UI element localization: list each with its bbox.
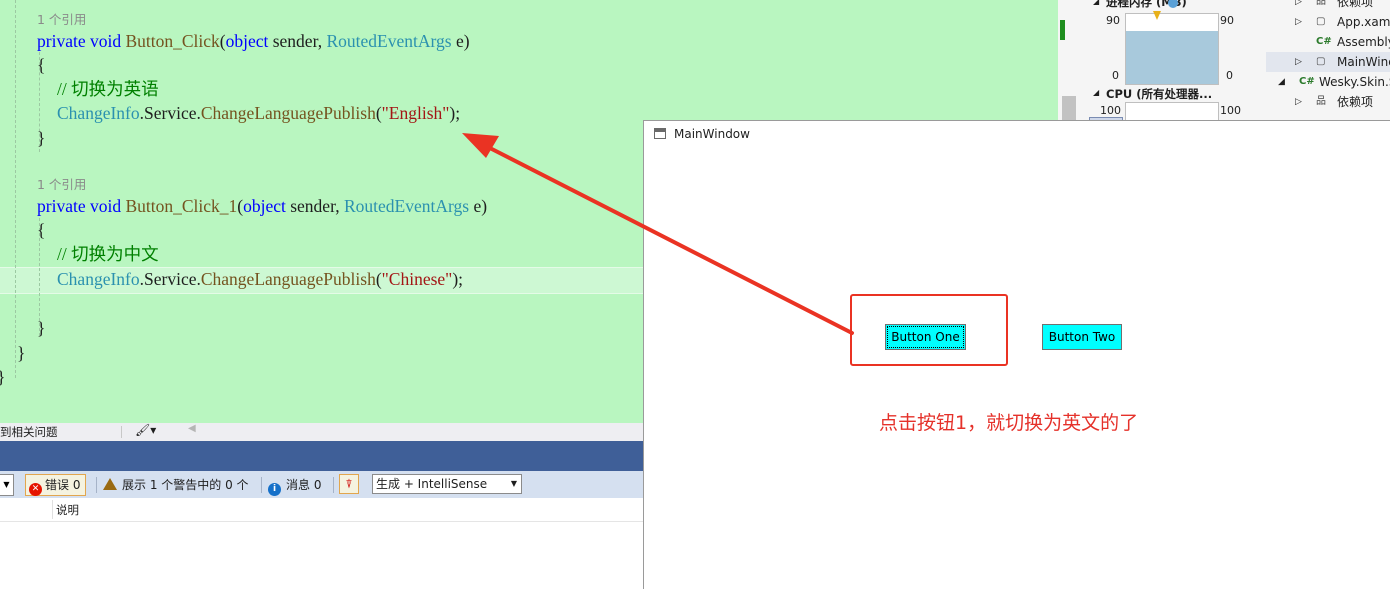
annotation-note: 点击按钮1，就切换为英文的了 — [879, 412, 1139, 434]
annotation-arrow — [462, 133, 854, 335]
